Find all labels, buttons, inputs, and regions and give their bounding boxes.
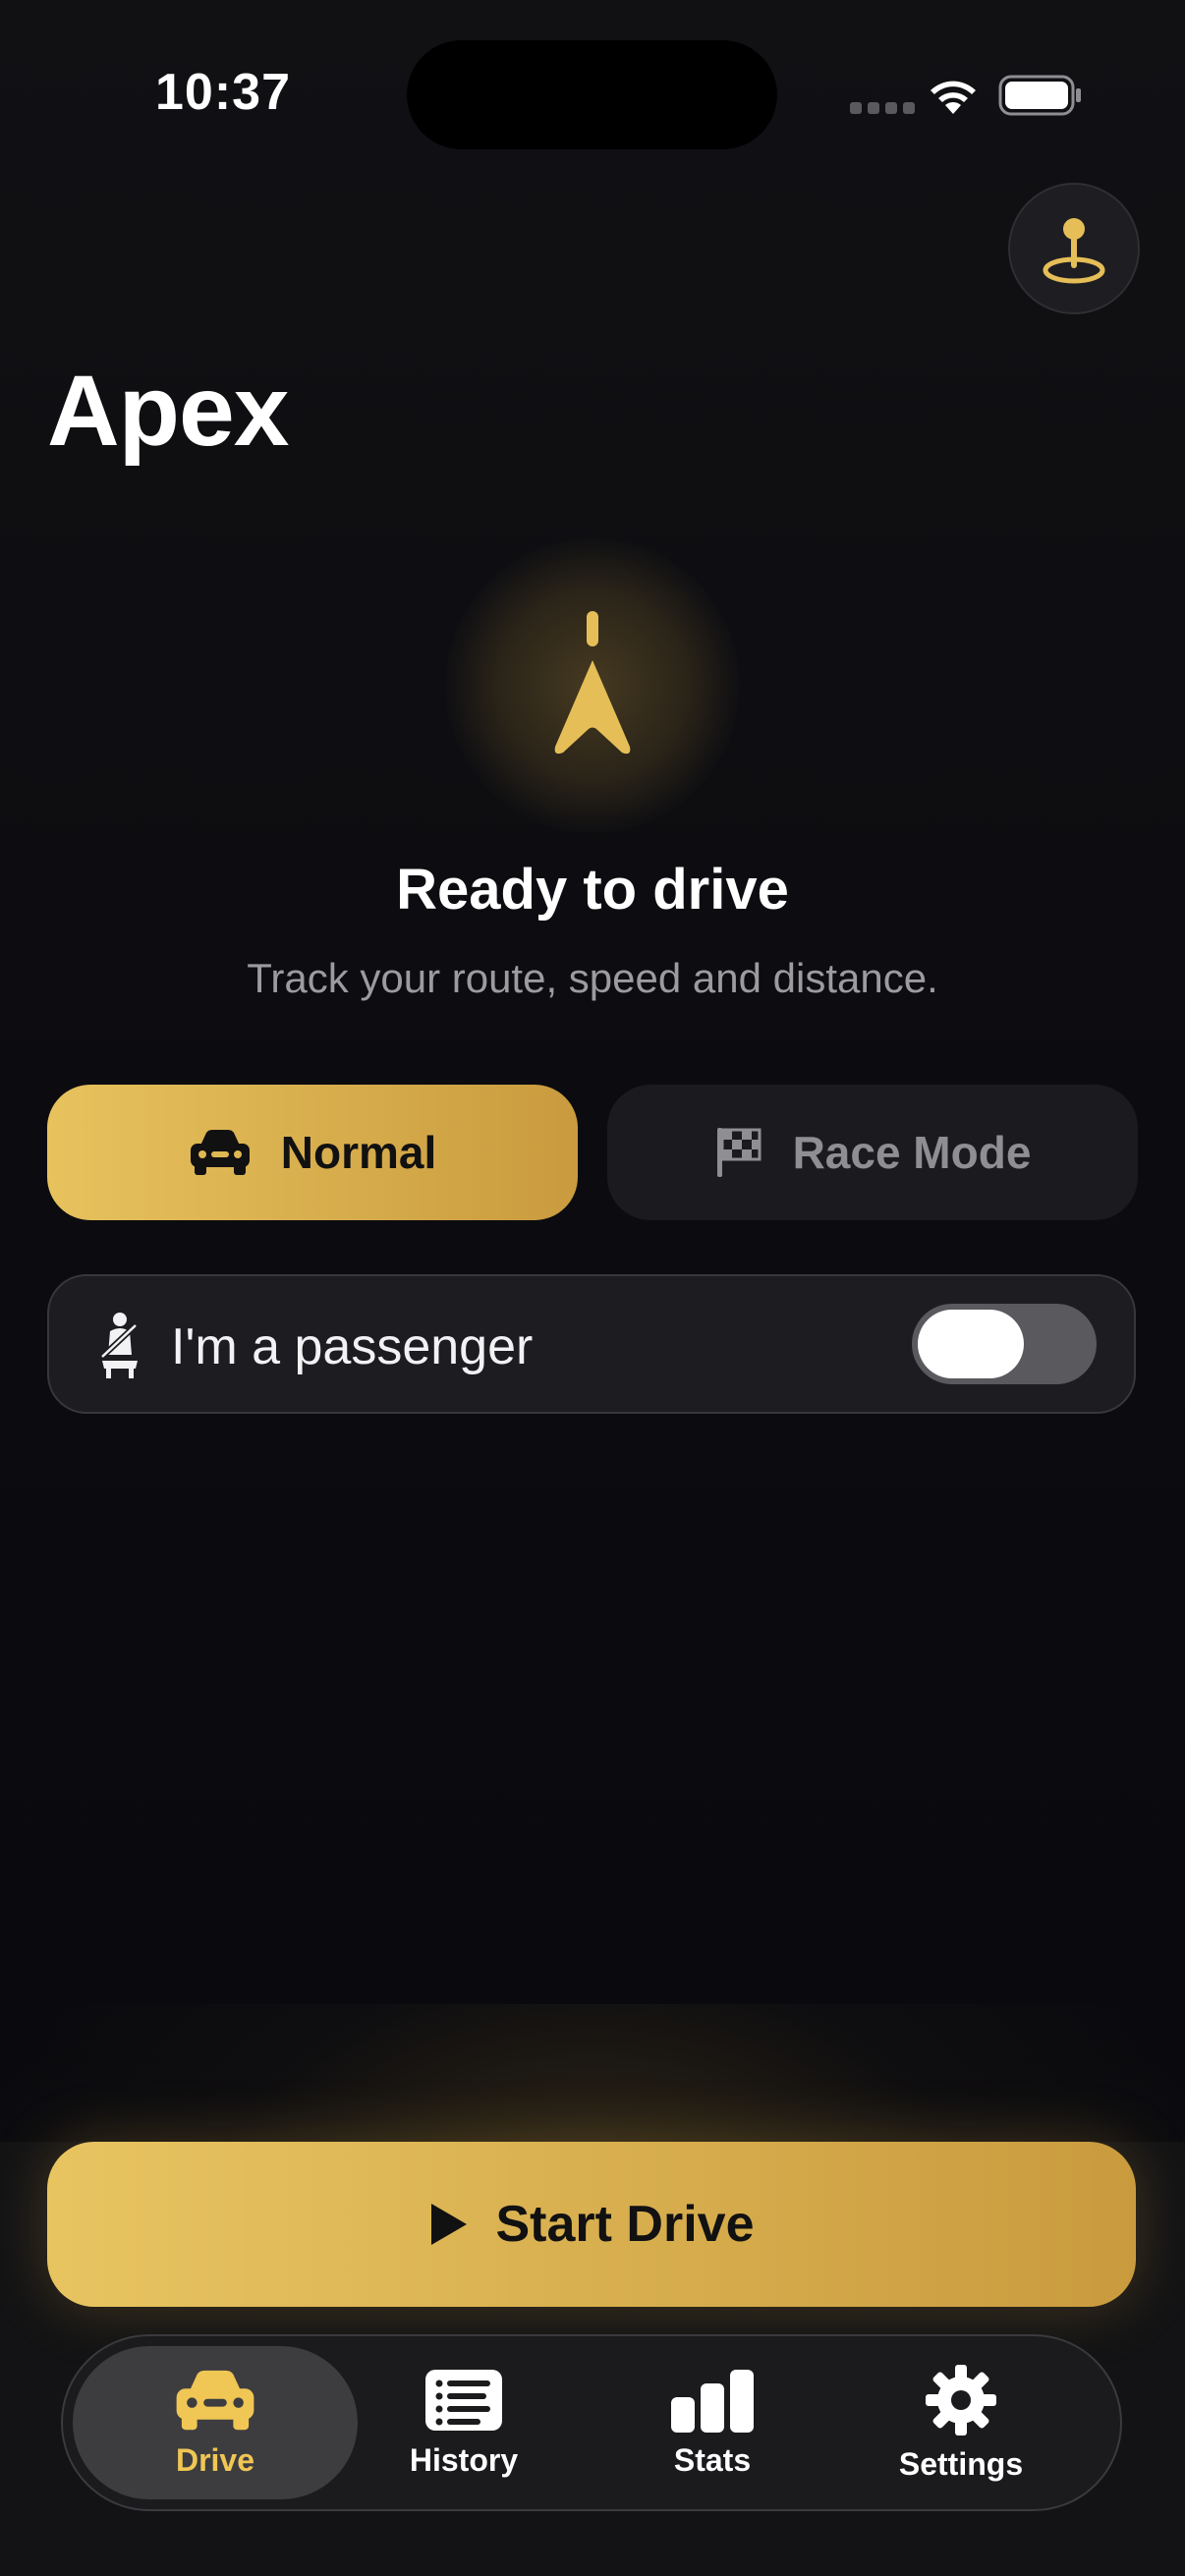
- start-drive-label: Start Drive: [495, 2196, 755, 2253]
- navigation-arrow-icon: [554, 611, 631, 755]
- map-pin-icon: [1043, 218, 1105, 284]
- play-icon: [430, 2204, 467, 2245]
- tab-history-label: History: [409, 2441, 519, 2478]
- battery-icon: [998, 75, 1081, 116]
- tab-drive[interactable]: Drive: [73, 2346, 358, 2499]
- passenger-row: I'm a passenger: [47, 1274, 1136, 1414]
- tab-bar: Drive History Stats Settings: [61, 2334, 1122, 2511]
- tab-stats[interactable]: Stats: [570, 2346, 855, 2499]
- checkered-flag-icon: [716, 1128, 762, 1177]
- passenger-label: I'm a passenger: [171, 1318, 534, 1375]
- gear-icon: [926, 2364, 996, 2436]
- bar-chart-icon: [671, 2369, 754, 2433]
- hero-title: Ready to drive: [396, 858, 789, 922]
- start-drive-button[interactable]: Start Drive: [47, 2142, 1136, 2307]
- car-icon: [176, 2370, 254, 2430]
- status-time: 10:37: [155, 64, 291, 121]
- page-title: Apex: [47, 355, 289, 467]
- tab-settings[interactable]: Settings: [818, 2346, 1103, 2499]
- mode-race-button[interactable]: Race Mode: [607, 1085, 1138, 1220]
- mode-normal-button[interactable]: Normal: [47, 1085, 578, 1220]
- tab-history[interactable]: History: [321, 2346, 606, 2499]
- seatbelt-icon: [101, 1313, 138, 1378]
- passenger-toggle[interactable]: [912, 1304, 1097, 1384]
- mode-normal-label: Normal: [280, 1127, 437, 1178]
- tab-settings-label: Settings: [898, 2445, 1024, 2482]
- mode-race-label: Race Mode: [792, 1127, 1032, 1178]
- tab-drive-label: Drive: [175, 2441, 255, 2478]
- drive-screen: 10:37 Apex Ready to drive Track your rou…: [0, 0, 1185, 2576]
- cellular-signal-icon: [850, 102, 915, 114]
- list-icon: [425, 2369, 502, 2431]
- map-pin-button[interactable]: [1008, 183, 1140, 314]
- tab-stats-label: Stats: [673, 2441, 752, 2478]
- toggle-knob: [918, 1310, 1024, 1378]
- hero-subtitle: Track your route, speed and distance.: [247, 955, 938, 1001]
- car-icon: [190, 1130, 250, 1175]
- dynamic-island: [407, 40, 777, 149]
- wifi-icon: [931, 81, 976, 114]
